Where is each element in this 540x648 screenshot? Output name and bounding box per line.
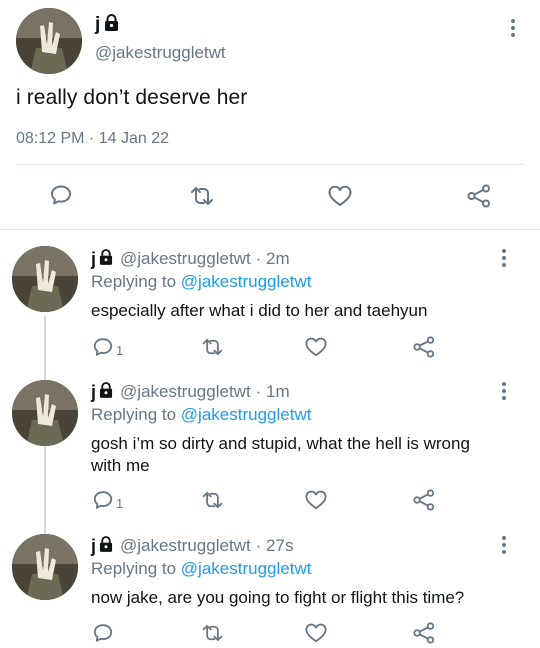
replying-to-link[interactable]: @jakestruggletwt	[181, 272, 312, 291]
reply-text: now jake, are you going to fight or flig…	[91, 588, 465, 607]
like-icon	[305, 337, 327, 357]
share-icon	[413, 336, 435, 358]
like-icon	[305, 623, 327, 643]
lock-icon	[99, 248, 113, 270]
reply-reply-button[interactable]	[92, 622, 114, 644]
avatar-image	[12, 246, 78, 312]
reply-display-name[interactable]: j	[91, 536, 96, 557]
lock-icon	[104, 14, 119, 36]
reply-retweet-button[interactable]	[200, 622, 225, 644]
reply-time[interactable]: · 27s	[256, 536, 294, 556]
reply-like-button[interactable]	[304, 489, 328, 511]
reply-avatar[interactable]	[12, 246, 78, 312]
reply-more-button[interactable]	[501, 382, 507, 400]
more-vertical-icon	[501, 249, 507, 267]
reply-avatar[interactable]	[12, 380, 78, 446]
reply-icon	[93, 338, 113, 356]
lock-icon	[99, 535, 113, 557]
reply-more-button[interactable]	[501, 249, 507, 267]
reply-reply-button[interactable]: 1	[92, 336, 123, 358]
reply-count: 1	[116, 496, 124, 511]
main-handle[interactable]: @jakestruggletwt	[95, 43, 226, 63]
reply-icon	[93, 491, 113, 509]
retweet-icon	[202, 491, 223, 509]
like-icon	[305, 490, 327, 510]
retweet-icon	[191, 187, 213, 205]
share-icon	[413, 622, 435, 644]
retweet-icon	[202, 624, 223, 642]
reply-share-button[interactable]	[412, 621, 436, 645]
reply-handle[interactable]: @jakestruggletwt	[120, 536, 251, 556]
main-reply-button[interactable]	[49, 183, 73, 207]
replying-to-label: Replying to	[91, 272, 177, 291]
reply-like-button[interactable]	[304, 336, 328, 358]
display-name-text: j	[95, 14, 101, 35]
reply-display-name[interactable]: j	[91, 249, 96, 270]
replying-to-link[interactable]: @jakestruggletwt	[181, 559, 312, 578]
avatar-image	[12, 534, 78, 600]
lock-icon	[99, 381, 113, 403]
reply-retweet-button[interactable]	[200, 336, 225, 358]
reply-icon	[93, 624, 113, 642]
more-vertical-icon	[510, 19, 516, 37]
reply-header: j @jakestruggletwt · 2m	[91, 249, 290, 269]
reply-handle[interactable]: @jakestruggletwt	[120, 249, 251, 269]
divider	[0, 229, 540, 230]
reply-count: 1	[116, 343, 124, 358]
reply-text-line: gosh i’m so dirty and stupid, what the h…	[91, 434, 470, 453]
reply-icon	[51, 185, 71, 205]
reply-share-button[interactable]	[412, 335, 436, 359]
main-more-button[interactable]	[510, 19, 516, 37]
reply-time[interactable]: · 1m	[256, 382, 290, 402]
avatar-image	[16, 8, 82, 74]
divider	[16, 164, 524, 165]
reply-time[interactable]: · 2m	[256, 249, 290, 269]
replying-to-label: Replying to	[91, 559, 177, 578]
main-avatar[interactable]	[16, 8, 82, 74]
main-retweet-button[interactable]	[188, 184, 216, 208]
main-tweet-text: i really don’t deserve her	[16, 86, 248, 109]
reply-share-button[interactable]	[412, 488, 436, 512]
replying-to-link[interactable]: @jakestruggletwt	[181, 405, 312, 424]
avatar-image	[12, 380, 78, 446]
more-vertical-icon	[501, 382, 507, 400]
like-icon	[328, 185, 352, 206]
retweet-icon	[202, 338, 223, 356]
reply-header: j @jakestruggletwt · 1m	[91, 382, 290, 402]
reply-display-name[interactable]: j	[91, 382, 96, 403]
replying-to-label: Replying to	[91, 405, 177, 424]
reply-replying-to: Replying to @jakestruggletwt	[91, 405, 311, 425]
reply-handle[interactable]: @jakestruggletwt	[120, 382, 251, 402]
share-icon	[467, 184, 490, 208]
reply-text-line: with me	[91, 456, 150, 475]
reply-retweet-button[interactable]	[200, 489, 225, 511]
reply-text: especially after what i did to her and t…	[91, 301, 428, 320]
share-icon	[413, 489, 435, 511]
reply-header: j @jakestruggletwt · 27s	[91, 536, 293, 556]
main-like-button[interactable]	[327, 184, 353, 208]
reply-replying-to: Replying to @jakestruggletwt	[91, 272, 311, 292]
reply-reply-button[interactable]: 1	[92, 489, 123, 511]
main-timestamp[interactable]: 08:12 PM · 14 Jan 22	[16, 130, 169, 148]
reply-more-button[interactable]	[501, 536, 507, 554]
main-share-button[interactable]	[466, 183, 492, 209]
reply-avatar[interactable]	[12, 534, 78, 600]
main-display-name[interactable]: j	[95, 14, 119, 36]
reply-like-button[interactable]	[304, 622, 328, 644]
more-vertical-icon	[501, 536, 507, 554]
reply-replying-to: Replying to @jakestruggletwt	[91, 559, 311, 579]
